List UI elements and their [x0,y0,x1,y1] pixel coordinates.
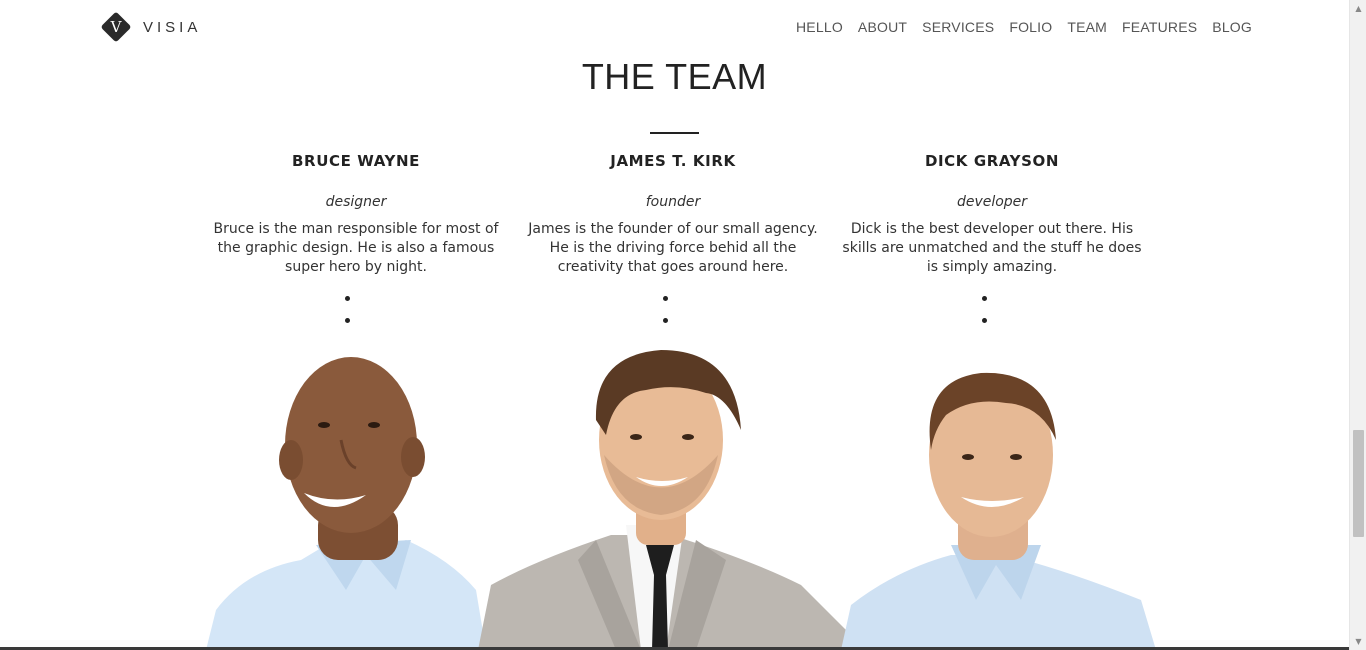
social-link-dot[interactable] [662,296,668,301]
member-bio: Bruce is the man responsible for most of… [213,221,499,275]
nav-team[interactable]: TEAM [1067,19,1107,35]
member-role: designer [325,194,387,210]
section-title: THE TEAM [581,56,768,97]
member-name: BRUCE WAYNE [292,152,420,170]
social-link-dot[interactable] [662,318,668,323]
page: V VISIA HELLO ABOUT SERVICES FOLIO TEAM … [0,0,1349,650]
scrollbar-thumb[interactable] [1353,430,1364,537]
nav-folio[interactable]: FOLIO [1009,19,1052,35]
portrait-james [478,350,866,650]
nav-features[interactable]: FEATURES [1122,19,1197,35]
member-bio: Dick is the best developer out there. Hi… [842,221,1142,275]
nav-about[interactable]: ABOUT [858,19,907,35]
team-member-card: DICK GRAYSON developer Dick is the best … [842,150,1142,277]
site-header: V VISIA HELLO ABOUT SERVICES FOLIO TEAM … [0,0,1349,56]
nav-hello[interactable]: HELLO [796,19,843,35]
member-social-links [659,296,671,340]
logo-icon: V [100,11,132,43]
logo-letter: V [110,18,122,36]
member-role: founder [645,194,701,210]
social-link-dot[interactable] [344,318,350,323]
member-social-links [341,296,353,340]
member-role: developer [956,194,1028,210]
social-link-dot[interactable] [344,296,350,301]
social-link-dot[interactable] [981,318,987,323]
team-member-card: JAMES T. KIRK founder James is the found… [523,150,823,277]
scroll-up-icon[interactable]: ▲ [1350,0,1366,17]
logo[interactable]: V VISIA [100,11,202,43]
page-scrollbar[interactable]: ▲ ▼ [1349,0,1366,650]
brand-name: VISIA [143,18,202,36]
member-name: DICK GRAYSON [924,152,1060,170]
scroll-down-icon[interactable]: ▼ [1350,633,1366,650]
member-social-links [978,296,990,340]
social-link-dot[interactable] [981,296,987,301]
main-nav: HELLO ABOUT SERVICES FOLIO TEAM FEATURES… [796,19,1252,35]
member-bio: James is the founder of our small agency… [528,221,818,275]
team-member-card: BRUCE WAYNE designer Bruce is the man re… [206,150,506,277]
portrait-dick [841,372,1156,650]
nav-services[interactable]: SERVICES [922,19,994,35]
team-photo [206,350,1156,650]
portrait-bruce [206,357,486,650]
member-name: JAMES T. KIRK [610,152,736,170]
nav-blog[interactable]: BLOG [1212,19,1252,35]
title-divider [650,132,699,134]
